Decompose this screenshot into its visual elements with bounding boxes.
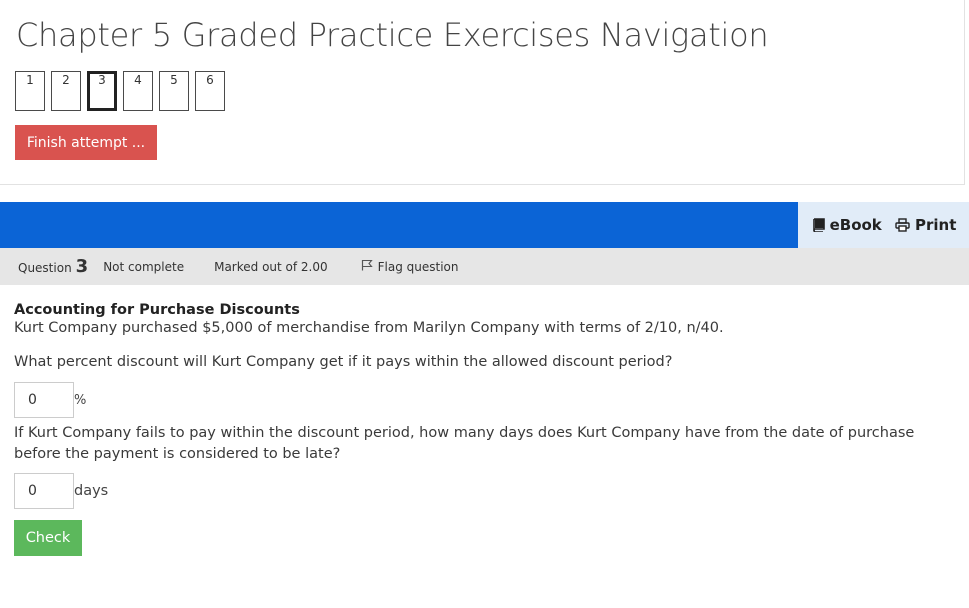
- question-button-label: 6: [206, 73, 214, 87]
- question-number-buttons: 1 2 3 4 5 6: [15, 71, 231, 111]
- ebook-label: eBook: [829, 216, 882, 234]
- percent-answer-input[interactable]: [14, 382, 74, 418]
- finish-attempt-button[interactable]: Finish attempt ...: [15, 125, 157, 160]
- print-link[interactable]: Print: [895, 216, 956, 234]
- question-content: Accounting for Purchase Discounts Kurt C…: [14, 302, 954, 556]
- question-intro: Kurt Company purchased $5,000 of merchan…: [14, 320, 724, 336]
- quiz-navigation-block: Chapter 5 Graded Practice Exercises Navi…: [0, 0, 965, 185]
- question-number-label: Question 3: [18, 256, 88, 277]
- question-info-bar: Question 3 Not complete Marked out of 2.…: [0, 248, 969, 285]
- grade-info: Marked out of 2.00: [214, 259, 328, 274]
- answer-row-2: days: [14, 473, 108, 509]
- ebook-link[interactable]: eBook: [811, 216, 882, 234]
- printer-icon: [895, 218, 910, 232]
- question-button-4[interactable]: 4: [123, 71, 153, 111]
- flag-question-label: Flag question: [377, 259, 459, 274]
- navigation-title: Chapter 5 Graded Practice Exercises Navi…: [16, 16, 769, 54]
- question-button-label: 5: [170, 73, 178, 87]
- percent-unit-label: %: [74, 392, 87, 408]
- question-button-5[interactable]: 5: [159, 71, 189, 111]
- question-header-bar: eBook Print: [0, 202, 969, 248]
- question-button-2[interactable]: 2: [51, 71, 81, 111]
- question-button-label: 4: [134, 73, 142, 87]
- print-label: Print: [915, 216, 957, 234]
- question-number: 3: [75, 256, 89, 277]
- question-button-6[interactable]: 6: [195, 71, 225, 111]
- flag-question-toggle[interactable]: Flag question: [361, 259, 459, 274]
- question-button-label: 3: [98, 73, 106, 87]
- check-button[interactable]: Check: [14, 520, 82, 556]
- question-word: Question: [18, 261, 72, 275]
- question-button-1[interactable]: 1: [15, 71, 45, 111]
- flag-icon: [361, 259, 373, 274]
- days-answer-input[interactable]: [14, 473, 74, 509]
- completion-state: Not complete: [103, 259, 185, 274]
- tools-panel: eBook Print: [798, 202, 969, 248]
- question-button-label: 1: [26, 73, 34, 87]
- question-button-3-current[interactable]: 3: [87, 71, 117, 111]
- question-title: Accounting for Purchase Discounts: [14, 302, 300, 318]
- question-button-label: 2: [62, 73, 70, 87]
- question-prompt-2: If Kurt Company fails to pay within the …: [14, 425, 915, 462]
- answer-row-1: %: [14, 382, 86, 418]
- days-unit-label: days: [74, 483, 109, 499]
- book-icon: [811, 218, 825, 232]
- question-prompt-1: What percent discount will Kurt Company …: [14, 354, 673, 370]
